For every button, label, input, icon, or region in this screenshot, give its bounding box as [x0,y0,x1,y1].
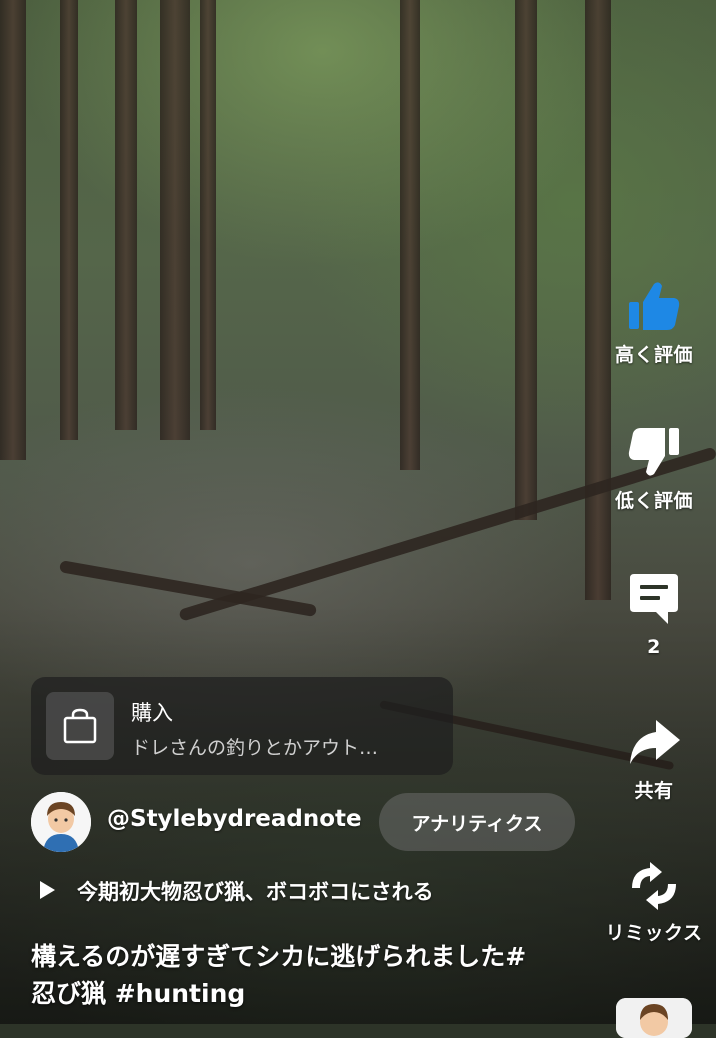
tree-trunk [200,0,216,430]
share-icon [626,718,682,770]
dislike-button[interactable]: 低く評価 [596,424,712,513]
caption-line-1: 構えるのが遅すぎてシカに逃げられました# [31,942,527,971]
tree-trunk [0,0,26,460]
tree-trunk [60,0,78,440]
sound-thumbnail[interactable] [616,998,692,1038]
like-label: 高く評価 [614,344,693,366]
tree-trunk [160,0,190,440]
shopping-card[interactable]: 購入 ドレさんの釣りとかアウト… [31,677,453,775]
remix-label: リミックス [605,922,703,944]
comments-button[interactable]: 2 [596,570,712,658]
related-video-link[interactable]: 今期初大物忍び猟、ボコボコにされる [77,876,434,906]
shopping-bag-icon [46,692,114,760]
play-icon [40,881,55,899]
video-caption[interactable]: 構えるのが遅すぎてシカに逃げられました# 忍び猟 #hunting [31,938,601,1012]
remix-button[interactable]: リミックス [596,860,712,945]
thumbs-up-icon [626,278,682,334]
comment-icon [626,570,682,626]
thumbs-down-icon [626,424,682,480]
share-button[interactable]: 共有 [596,718,712,803]
analytics-button[interactable]: アナリティクス [379,793,575,851]
channel-handle[interactable]: @Stylebydreadnote [107,806,362,832]
remix-icon [626,860,682,912]
shopping-product-name: ドレさんの釣りとかアウト… [131,737,379,759]
caption-line-2: 忍び猟 #hunting [31,979,246,1008]
channel-avatar[interactable] [31,792,91,852]
comment-count: 2 [647,636,661,658]
share-label: 共有 [634,780,674,802]
dislike-label: 低く評価 [614,490,693,512]
like-button[interactable]: 高く評価 [596,278,712,367]
tree-trunk [400,0,420,470]
tree-trunk [115,0,137,430]
shopping-title: 購入 [131,701,173,725]
tree-trunk [515,0,537,520]
